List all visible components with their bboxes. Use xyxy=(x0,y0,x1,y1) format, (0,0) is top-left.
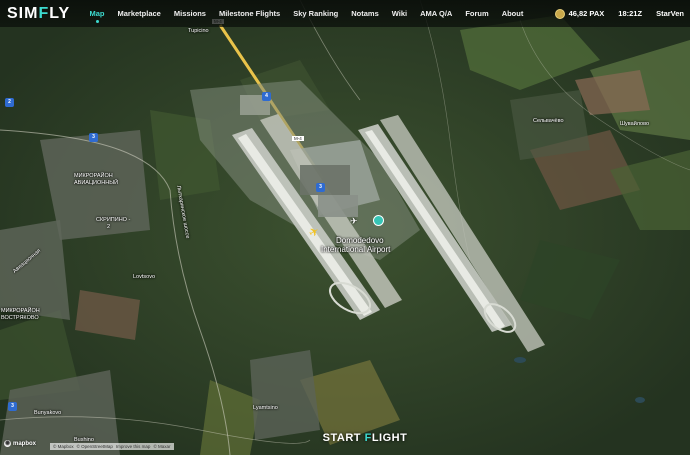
mapbox-icon: ◉ xyxy=(4,440,11,447)
road-shield-icon: 3 xyxy=(89,133,98,142)
attribution-improve[interactable]: Improve this map xyxy=(116,444,151,449)
road-shield-icon: 3 xyxy=(8,402,17,411)
main-menu: Map Marketplace Missions Milestone Fligh… xyxy=(83,0,530,27)
airport-pin-icon[interactable] xyxy=(373,215,384,226)
logo-text-pre: SIM xyxy=(7,4,39,22)
nav-item-about[interactable]: About xyxy=(495,0,530,27)
map-label-selvachevo: Сельвачёво xyxy=(533,118,564,124)
map-canvas[interactable] xyxy=(0,0,690,455)
nav-item-milestone-flights[interactable]: Milestone Flights xyxy=(212,0,286,27)
coin-icon xyxy=(554,8,565,19)
mapbox-logo[interactable]: ◉ mapbox xyxy=(4,440,36,447)
map-label-mikro2b: ВОСТРЯКОВО xyxy=(1,315,39,321)
road-shield-icon: 3 xyxy=(316,183,325,192)
nav-item-forum[interactable]: Forum xyxy=(459,0,495,27)
airport-icon[interactable]: ✈ xyxy=(350,217,358,226)
start-flight-button[interactable]: START FLIGHT xyxy=(300,432,430,444)
nav-item-marketplace[interactable]: Marketplace xyxy=(111,0,167,27)
top-nav: SIMFLY Map Marketplace Missions Mileston… xyxy=(0,0,690,27)
map-label-mikro1: МИКРОРАЙОН xyxy=(74,173,113,179)
map-label-shuvailovo: Шувайлово xyxy=(620,121,650,127)
logo-text-accent: F xyxy=(38,4,50,22)
map-label-skripino-2: 2 xyxy=(107,224,111,230)
start-flight-text-accent: F xyxy=(364,432,372,444)
nav-item-ama[interactable]: AMA Q/A xyxy=(414,0,459,27)
nav-item-notams[interactable]: Notams xyxy=(345,0,386,27)
map-attribution: © Mapbox © OpenStreetMap Improve this ma… xyxy=(50,443,174,450)
logo-text-post: LY xyxy=(49,4,71,22)
attribution-mapbox[interactable]: © Mapbox xyxy=(53,444,74,449)
utc-clock: 18:21Z xyxy=(618,9,643,18)
nav-item-sky-ranking[interactable]: Sky Ranking xyxy=(287,0,345,27)
status-area: 46,82 PAX 18:21Z StarVen xyxy=(554,8,690,19)
map-label-bunyakovo: Bunyakovo xyxy=(34,410,62,416)
map-label-skripino: СКРИПИНО - xyxy=(96,217,131,223)
map-label-lyamtsino: Lyamtsino xyxy=(253,405,278,411)
map-label-mikro1b: АВИАЦИОННЫЙ xyxy=(74,180,119,186)
attribution-maxar[interactable]: © Maxar xyxy=(153,444,170,449)
pax-balance[interactable]: 46,82 PAX xyxy=(569,9,605,18)
start-flight-text-pre: START xyxy=(322,432,365,444)
satellite-map[interactable]: Tupicino Сельвачёво Шувайлово МИКРОРАЙОН… xyxy=(0,0,690,455)
road-shield-icon: 2 xyxy=(5,98,14,107)
map-label-mikro2: МИКРОРАЙОН xyxy=(1,308,40,314)
attribution-osm[interactable]: © OpenStreetMap xyxy=(77,444,113,449)
airport-name-line1[interactable]: Domodedovo xyxy=(336,236,384,245)
road-shield-icon: 4 xyxy=(262,92,271,101)
mapbox-text: mapbox xyxy=(13,440,37,447)
road-code-badge: М-4 xyxy=(292,136,304,142)
simfly-logo[interactable]: SIMFLY xyxy=(0,5,83,23)
nav-item-missions[interactable]: Missions xyxy=(167,0,212,27)
app-root: Tupicino Сельвачёво Шувайлово МИКРОРАЙОН… xyxy=(0,0,690,455)
airport-name-line2[interactable]: International Airport xyxy=(321,245,390,254)
start-flight-text-post: LIGHT xyxy=(371,432,408,444)
map-label-tupicino: Tupicino xyxy=(188,28,209,34)
nav-item-wiki[interactable]: Wiki xyxy=(385,0,413,27)
map-label-lovtsovo: Lovtsovo xyxy=(133,274,156,280)
user-menu[interactable]: StarVen xyxy=(656,9,684,18)
nav-item-map[interactable]: Map xyxy=(83,0,111,27)
